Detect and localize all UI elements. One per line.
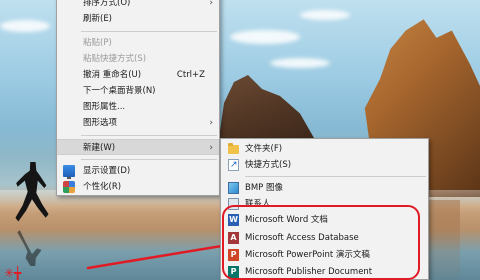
submenu-item-label: Microsoft Access Database <box>245 233 359 243</box>
display-icon <box>63 165 75 179</box>
submenu-item-access[interactable]: A Microsoft Access Database <box>221 230 428 246</box>
menu-item-label: 新建(W) <box>83 143 116 153</box>
submenu-item-bmp[interactable]: BMP 图像 <box>221 180 428 196</box>
submenu-item-label: 快捷方式(S) <box>245 160 292 170</box>
folder-icon <box>228 143 239 154</box>
menu-item-sort-by[interactable]: 排序方式(O) › <box>57 0 219 11</box>
menu-item-label: 图形选项 <box>83 118 118 128</box>
menu-item-graphics-properties[interactable]: 图形属性... <box>57 99 219 115</box>
menu-item-label: 个性化(R) <box>83 182 122 192</box>
menu-item-personalize[interactable]: 个性化(R) <box>57 179 219 195</box>
shortcut-key: Ctrl+Z <box>176 70 205 80</box>
submenu-item-label: Microsoft Word 文档 <box>245 215 328 225</box>
cloud <box>230 30 300 44</box>
cloud <box>300 10 350 20</box>
menu-item-display-settings[interactable]: 显示设置(D) <box>57 163 219 179</box>
menu-separator <box>245 176 426 177</box>
submenu-item-contact[interactable]: 联系人 <box>221 196 428 212</box>
menu-item-label: 粘贴(P) <box>83 38 112 48</box>
submenu-item-label: 文件夹(F) <box>245 144 283 154</box>
annotation-mark: ✳╈ <box>4 266 22 280</box>
submenu-item-label: Microsoft Publisher Document <box>245 267 373 277</box>
menu-item-paste-shortcut[interactable]: 粘贴快捷方式(S) <box>57 51 219 67</box>
new-submenu: 文件夹(F) 快捷方式(S) BMP 图像 联系人 W Microsoft Wo… <box>220 138 429 280</box>
personalize-icon <box>63 181 75 193</box>
cloud <box>0 20 50 32</box>
desktop-context-menu: 排序方式(O) › 刷新(E) 粘贴(P) 粘贴快捷方式(S) 撤消 重命名(U… <box>56 0 220 196</box>
chevron-right-icon: › <box>209 143 213 153</box>
bmp-image-icon <box>228 182 239 194</box>
submenu-item-folder[interactable]: 文件夹(F) <box>221 141 428 157</box>
shortcut-icon <box>228 157 239 173</box>
submenu-item-word[interactable]: W Microsoft Word 文档 <box>221 212 428 228</box>
menu-item-label: 排序方式(O) <box>83 0 131 8</box>
submenu-item-label: Microsoft PowerPoint 演示文稿 <box>245 250 370 260</box>
word-icon: W <box>228 214 239 226</box>
contact-icon <box>228 198 239 210</box>
submenu-item-label: BMP 图像 <box>245 183 283 193</box>
cloud <box>270 58 330 68</box>
chevron-right-icon: › <box>209 118 213 128</box>
chevron-right-icon: › <box>209 0 213 8</box>
menu-separator <box>81 31 217 32</box>
menu-item-paste[interactable]: 粘贴(P) <box>57 35 219 51</box>
submenu-item-powerpoint[interactable]: P Microsoft PowerPoint 演示文稿 <box>221 247 428 263</box>
menu-item-refresh[interactable]: 刷新(E) <box>57 11 219 27</box>
submenu-item-publisher[interactable]: P Microsoft Publisher Document <box>221 264 428 280</box>
menu-item-label: 刷新(E) <box>83 14 113 24</box>
rock-formation <box>218 75 318 145</box>
menu-item-graphics-options[interactable]: 图形选项 › <box>57 115 219 131</box>
menu-item-new[interactable]: 新建(W) › <box>57 139 219 155</box>
menu-item-next-background[interactable]: 下一个桌面背景(N) <box>57 83 219 99</box>
access-icon: A <box>228 232 239 244</box>
powerpoint-icon: P <box>228 249 239 261</box>
menu-separator <box>81 159 217 160</box>
publisher-icon: P <box>228 266 239 278</box>
runner-reflection <box>17 230 42 266</box>
menu-item-label: 图形属性... <box>83 102 126 112</box>
menu-item-label: 粘贴快捷方式(S) <box>83 54 147 64</box>
submenu-item-label: 联系人 <box>245 199 271 209</box>
submenu-item-shortcut[interactable]: 快捷方式(S) <box>221 157 428 173</box>
menu-separator <box>81 135 217 136</box>
menu-item-label: 撤消 重命名(U) <box>83 70 142 80</box>
menu-item-undo-rename[interactable]: 撤消 重命名(U) Ctrl+Z <box>57 67 219 83</box>
menu-item-label: 显示设置(D) <box>83 166 131 176</box>
menu-item-label: 下一个桌面背景(N) <box>83 86 156 96</box>
